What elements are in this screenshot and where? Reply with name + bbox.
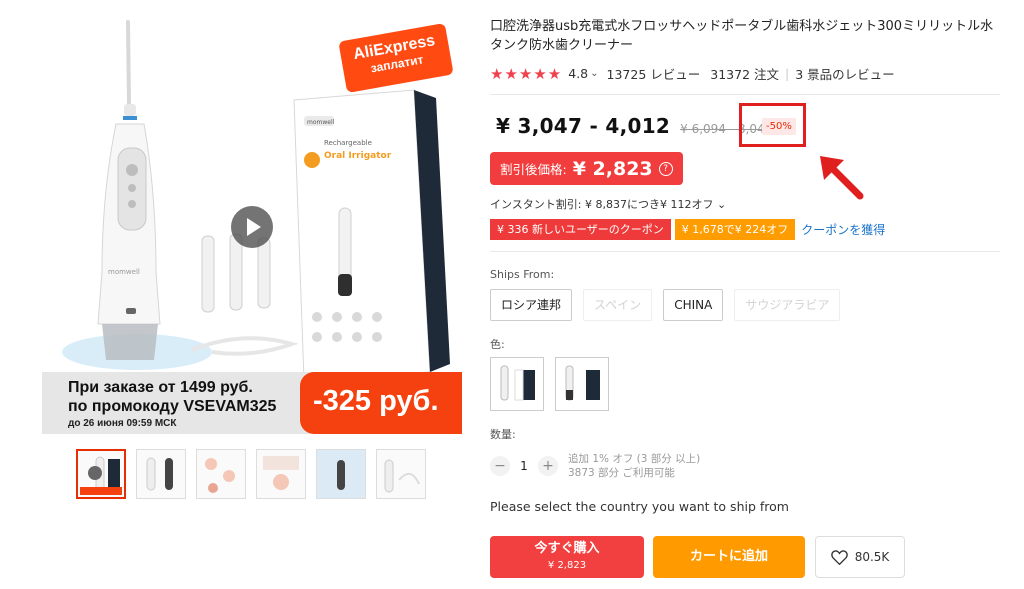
sale-price-label: 割引後価格: — [500, 162, 567, 177]
promo-banner: При заказе от 1499 руб. по промокоду VSE… — [42, 372, 462, 434]
quantity-value[interactable]: 1 — [510, 459, 538, 473]
oral-irrigator-image: momwell — [97, 20, 161, 360]
get-coupons-link[interactable]: クーポンを獲得 — [801, 221, 885, 238]
rating-stars-icon: ★★★★★ — [490, 64, 563, 83]
quantity-label: 数量: — [490, 428, 516, 441]
color-label: 色: — [490, 338, 505, 351]
sale-price-box: 割引後価格: ¥ 2,823 ? — [490, 152, 683, 185]
ships-from-option[interactable]: CHINA — [663, 289, 724, 321]
buy-now-button[interactable]: 今すぐ購入 ¥ 2,823 — [490, 536, 644, 578]
sale-price-value: ¥ 2,823 — [572, 157, 653, 180]
instant-discount[interactable]: インスタント割引: ¥ 8,837につき¥ 112オフ ⌄ — [490, 196, 726, 212]
thumbnail-5[interactable] — [316, 449, 366, 499]
promo-line-2: по промокоду VSEVAM325 — [68, 398, 277, 415]
thumbnail-3[interactable] — [196, 449, 246, 499]
bulk-discount-note: 追加 1% オフ (3 部分 以上) — [568, 453, 701, 465]
quantity-stepper: − 1 + 追加 1% オフ (3 部分 以上) 3873 部分 ご利用可能 — [490, 452, 700, 480]
reviews-count[interactable]: 13725 レビュー — [607, 64, 701, 83]
rating-separator: | — [785, 66, 790, 81]
buy-now-price: ¥ 2,823 — [547, 560, 587, 571]
color-option-black[interactable] — [555, 357, 609, 411]
play-video-icon[interactable] — [231, 206, 273, 248]
annotation-highlight-box — [739, 103, 806, 147]
product-info-panel: 口腔洗浄器usb充電式水フロッサヘッドポータブル歯科水ジェット300ミリリットル… — [490, 0, 1010, 589]
ship-country-message: Please select the country you want to sh… — [490, 499, 789, 514]
stock-note: 3873 部分 ご利用可能 — [568, 467, 675, 479]
action-buttons: 今すぐ購入 ¥ 2,823 カートに追加 80.5K — [490, 536, 905, 578]
product-gallery: momwell Rechargeable Oral Irrigator momw… — [42, 12, 462, 437]
add-to-cart-button[interactable]: カートに追加 — [653, 536, 805, 578]
threshold-coupon[interactable]: ¥ 1,678で¥ 224オフ — [674, 219, 796, 240]
quantity-minus-button[interactable]: − — [490, 456, 510, 476]
help-icon[interactable]: ? — [658, 161, 673, 176]
wishlist-button[interactable]: 80.5K — [815, 536, 905, 578]
ships-from-options: ロシア連邦 スペイン CHINA サウジアラビア — [490, 289, 851, 321]
rating-caret-icon[interactable]: ⌄ — [590, 68, 598, 79]
thumbnail-4[interactable] — [256, 449, 306, 499]
annotation-arrow-icon — [820, 156, 864, 200]
promo-line-3: до 26 июня 09:59 МСК — [68, 418, 177, 429]
ships-from-option[interactable]: ロシア連邦 — [490, 289, 573, 321]
thumbnail-2[interactable] — [136, 449, 186, 499]
thumbnail-6[interactable] — [376, 449, 426, 499]
product-title: 口腔洗浄器usb充電式水フロッサヘッドポータブル歯科水ジェット300ミリリットル… — [490, 19, 994, 53]
product-box-image: momwell Rechargeable Oral Irrigator — [293, 89, 450, 381]
box-brand: momwell — [307, 119, 335, 126]
new-user-coupon[interactable]: ¥ 336 新しいユーザーのクーポン — [490, 219, 671, 240]
promo-line-1: При заказе от 1499 руб. — [68, 379, 253, 396]
divider — [490, 94, 1000, 95]
box-text-2: Oral Irrigator — [324, 151, 392, 161]
thumbnail-1[interactable] — [76, 449, 126, 499]
color-option-white[interactable] — [490, 357, 544, 411]
ships-from-option[interactable]: スペイン — [583, 289, 653, 321]
price-row: ¥ 3,047 - 4,012 ¥ 6,094 - 8,046 — [496, 114, 772, 138]
divider — [490, 251, 1000, 252]
heart-icon — [830, 549, 848, 565]
promo-text-block: При заказе от 1499 руб. по промокоду VSE… — [42, 372, 317, 434]
store-reviews[interactable]: 3 景品のレビュー — [795, 64, 894, 83]
ships-from-option[interactable]: サウジアラビア — [734, 289, 841, 321]
promo-amount: -325 руб. — [300, 372, 462, 434]
coupon-row: ¥ 336 新しいユーザーのクーポン ¥ 1,678で¥ 224オフ クーポンを… — [490, 219, 885, 240]
device-brand: momwell — [108, 268, 140, 276]
color-options — [490, 357, 620, 411]
ships-from-label: Ships From: — [490, 268, 555, 281]
rating-value[interactable]: 4.8 — [568, 66, 588, 81]
rating-row: ★★★★★ 4.8 ⌄ 13725 レビュー 31372 注文 | 3 景品のレ… — [490, 64, 895, 83]
orders-count: 31372 注文 — [710, 67, 780, 82]
wishlist-count: 80.5K — [854, 550, 890, 564]
quantity-note: 追加 1% オフ (3 部分 以上) 3873 部分 ご利用可能 — [568, 452, 700, 480]
price-range: ¥ 3,047 - 4,012 — [496, 114, 671, 138]
buy-now-label: 今すぐ購入 — [534, 541, 600, 556]
quantity-plus-button[interactable]: + — [538, 456, 558, 476]
box-text-1: Rechargeable — [324, 139, 372, 147]
